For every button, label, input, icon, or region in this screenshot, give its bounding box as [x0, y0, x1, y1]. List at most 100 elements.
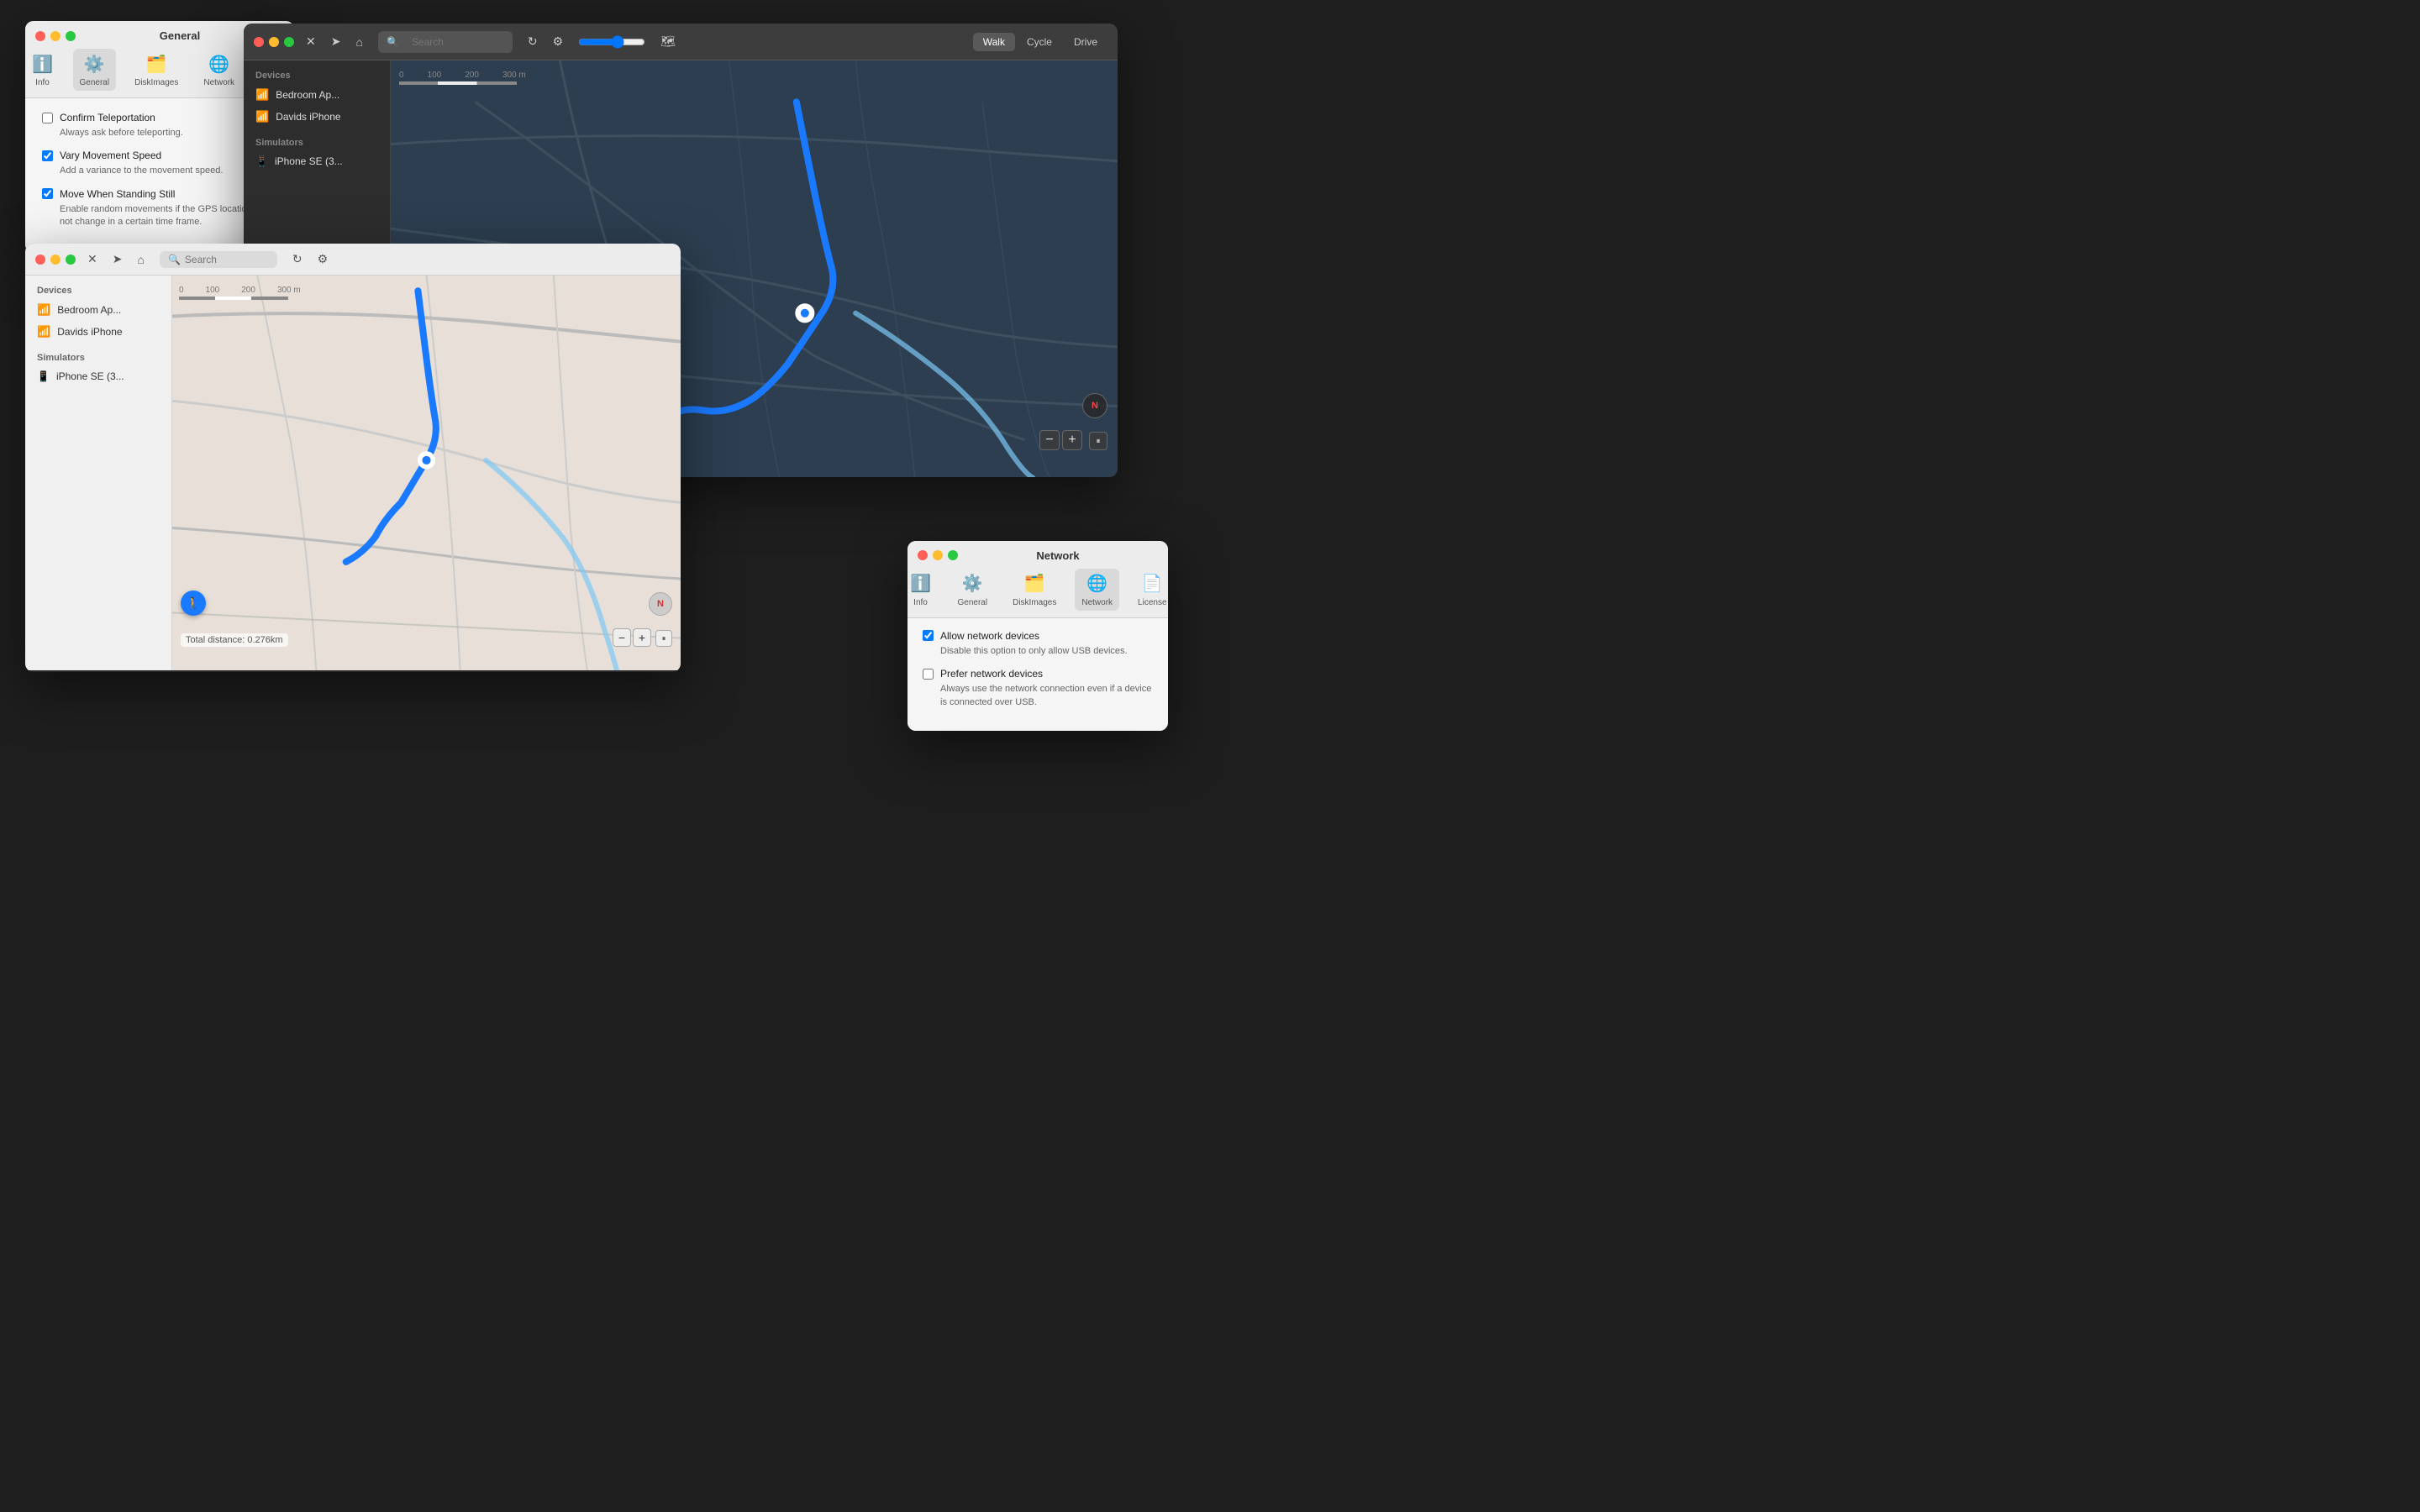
small-close-icon[interactable]: ✕ — [84, 250, 101, 268]
prefer-network-label[interactable]: Prefer network devices — [940, 668, 1043, 680]
prefer-network-row: Prefer network devices — [923, 668, 1153, 680]
small-settings-icon[interactable]: ⚙ — [314, 250, 332, 268]
vary-movement-checkbox[interactable] — [42, 150, 53, 161]
small-scale-0: 0 — [179, 286, 184, 295]
vary-movement-row: Vary Movement Speed — [42, 150, 277, 161]
network-window-title: Network — [958, 549, 1158, 562]
allow-network-label[interactable]: Allow network devices — [940, 630, 1039, 642]
tab-info-label: Info — [35, 78, 50, 87]
network-maximize-button[interactable] — [948, 550, 958, 560]
location-arrow-icon[interactable]: ➤ — [328, 33, 345, 50]
tab-info[interactable]: ℹ️ Info — [25, 49, 61, 91]
net-tab-general-label: General — [958, 598, 988, 607]
north-indicator: N — [1082, 393, 1107, 418]
cycle-mode-tab[interactable]: Cycle — [1017, 33, 1062, 51]
zoom-out-button[interactable]: − — [1039, 430, 1060, 450]
general-icon: ⚙️ — [82, 52, 106, 76]
tab-diskimages[interactable]: 🗂️ DiskImages — [128, 49, 185, 91]
small-scale-100: 100 — [206, 286, 220, 295]
small-device-name-1: Bedroom Ap... — [57, 304, 121, 316]
simulators-label: Simulators — [244, 136, 390, 151]
walk-mode-tab[interactable]: Walk — [973, 33, 1015, 51]
network-window: Network ℹ️ Info ⚙️ General 🗂️ DiskImages… — [908, 541, 1168, 731]
minimize-button[interactable] — [50, 31, 60, 41]
small-simulators-label: Simulators — [25, 351, 171, 366]
small-compass[interactable]: N — [649, 592, 672, 616]
network-icon: 🌐 — [208, 52, 231, 76]
move-standing-label[interactable]: Move When Standing Still — [60, 188, 175, 200]
close-icon-btn[interactable]: ✕ — [302, 33, 319, 50]
small-zoom-out[interactable]: − — [613, 628, 631, 647]
scale-100: 100 — [428, 71, 442, 80]
pause-button[interactable]: ⏸ — [1089, 432, 1107, 450]
small-maximize-button[interactable] — [66, 255, 76, 265]
small-device-bedroom[interactable]: 📶 Bedroom Ap... — [25, 299, 171, 321]
small-home-icon[interactable]: ⌂ — [134, 251, 147, 268]
simulator-iphone-se[interactable]: 📱 iPhone SE (3... — [244, 151, 390, 171]
confirm-teleportation-label[interactable]: Confirm Teleportation — [60, 112, 155, 123]
small-simulator-se[interactable]: 📱 iPhone SE (3... — [25, 366, 171, 386]
small-location-icon[interactable]: ➤ — [109, 250, 126, 268]
small-zoom-in[interactable]: + — [633, 628, 651, 647]
small-device-davids[interactable]: 📶 Davids iPhone — [25, 321, 171, 343]
small-close-button[interactable] — [35, 255, 45, 265]
net-tab-diskimages[interactable]: 🗂️ DiskImages — [1006, 569, 1063, 611]
device-name-2: Davids iPhone — [276, 111, 340, 123]
main-map-search-input[interactable] — [403, 34, 504, 50]
net-tab-license[interactable]: 📄 License — [1131, 569, 1168, 611]
small-phone-icon: 📱 — [37, 370, 50, 382]
drive-mode-tab[interactable]: Drive — [1064, 33, 1107, 51]
refresh-icon[interactable]: ↻ — [524, 33, 541, 50]
map-type-icon[interactable]: 🗺 — [657, 33, 679, 50]
allow-network-checkbox[interactable] — [923, 630, 934, 641]
network-minimize-button[interactable] — [933, 550, 943, 560]
wifi-icon: 📶 — [255, 88, 269, 102]
main-close-button[interactable] — [254, 37, 264, 47]
scale-0: 0 — [399, 71, 404, 80]
speed-slider[interactable] — [578, 35, 645, 49]
small-pause-button[interactable]: ⏸ — [655, 630, 672, 647]
net-tab-network[interactable]: 🌐 Network — [1075, 569, 1119, 611]
net-tab-general[interactable]: ⚙️ General — [951, 569, 995, 611]
confirm-teleportation-checkbox[interactable] — [42, 113, 53, 123]
prefer-network-checkbox[interactable] — [923, 669, 934, 680]
home-icon[interactable]: ⌂ — [352, 34, 366, 50]
move-standing-checkbox[interactable] — [42, 188, 53, 199]
small-total-distance: Total distance: 0.276km — [181, 633, 288, 647]
devices-label: Devices — [244, 69, 390, 84]
net-tab-info[interactable]: ℹ️ Info — [908, 569, 939, 611]
route-mode-tabs: Walk Cycle Drive — [973, 33, 1107, 51]
scale-300m: 300 m — [502, 71, 526, 80]
small-scale-bar: 0 100 200 300 m — [179, 286, 301, 300]
maximize-button[interactable] — [66, 31, 76, 41]
small-walker-button[interactable]: 🚶 — [181, 591, 206, 616]
net-general-icon: ⚙️ — [960, 572, 984, 596]
small-map-search-input[interactable] — [185, 254, 269, 265]
device-bedroom-ap[interactable]: 📶 Bedroom Ap... — [244, 84, 390, 106]
small-map-sidebar: Devices 📶 Bedroom Ap... 📶 Davids iPhone … — [25, 276, 172, 670]
scale-200: 200 — [465, 71, 479, 80]
main-maximize-button[interactable] — [284, 37, 294, 47]
main-zoom-controls: − + — [1039, 430, 1082, 450]
search-icon: 🔍 — [387, 36, 399, 48]
tab-general[interactable]: ⚙️ General — [73, 49, 117, 91]
main-compass[interactable]: N — [1082, 393, 1107, 418]
close-button[interactable] — [35, 31, 45, 41]
phone-icon: 📱 — [255, 155, 268, 167]
small-map-canvas[interactable]: 0 100 200 300 m 🚶 Total distance: 0.276k… — [172, 276, 681, 670]
allow-network-desc: Disable this option to only allow USB de… — [940, 645, 1153, 658]
network-close-button[interactable] — [918, 550, 928, 560]
main-minimize-button[interactable] — [269, 37, 279, 47]
device-name: Bedroom Ap... — [276, 89, 339, 101]
main-scale-bar: 0 100 200 300 m — [399, 71, 526, 85]
tab-network[interactable]: 🌐 Network — [197, 49, 241, 91]
network-traffic-lights — [918, 550, 958, 560]
device-davids-iphone[interactable]: 📶 Davids iPhone — [244, 106, 390, 128]
small-minimize-button[interactable] — [50, 255, 60, 265]
tab-diskimages-label: DiskImages — [134, 78, 178, 87]
vary-movement-label[interactable]: Vary Movement Speed — [60, 150, 161, 161]
small-refresh-icon[interactable]: ↻ — [289, 250, 306, 268]
net-network-icon: 🌐 — [1086, 572, 1109, 596]
settings-icon[interactable]: ⚙ — [550, 33, 567, 50]
zoom-in-button[interactable]: + — [1062, 430, 1082, 450]
